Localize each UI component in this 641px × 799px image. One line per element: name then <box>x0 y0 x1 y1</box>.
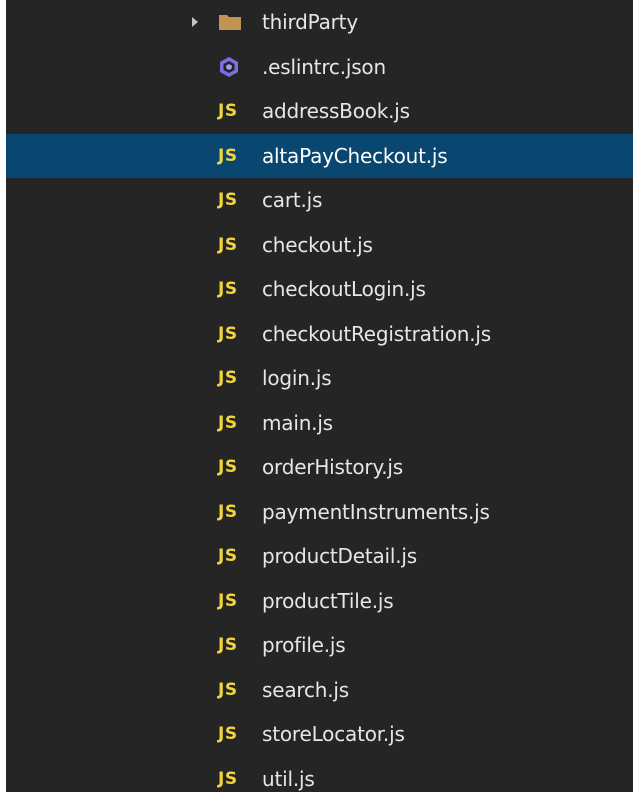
js-file-icon: JS <box>218 368 238 389</box>
tree-item-label: checkout.js <box>262 232 373 257</box>
tree-item-label: thirdParty <box>262 10 358 35</box>
tree-item-label: cart.js <box>262 188 323 213</box>
tree-item-file-login[interactable]: JS login.js <box>6 356 633 401</box>
tree-item-label: util.js <box>262 766 315 791</box>
tree-item-label: productTile.js <box>262 588 394 613</box>
file-explorer-panel: thirdParty .eslintrc.json JS addressBook… <box>6 0 633 792</box>
tree-item-label: login.js <box>262 366 332 391</box>
tree-item-file-storelocator[interactable]: JS storeLocator.js <box>6 712 633 757</box>
js-file-icon: JS <box>218 679 238 700</box>
js-file-icon: JS <box>218 590 238 611</box>
tree-item-file-altapaycheckout[interactable]: JS altaPayCheckout.js <box>6 133 633 178</box>
tree-item-label: main.js <box>262 410 333 435</box>
eslint-icon <box>218 56 252 78</box>
tree-item-file-orderhistory[interactable]: JS orderHistory.js <box>6 445 633 490</box>
tree-item-label: altaPayCheckout.js <box>262 143 448 168</box>
tree-item-file-main[interactable]: JS main.js <box>6 401 633 446</box>
js-file-icon: JS <box>218 457 238 478</box>
tree-item-label: .eslintrc.json <box>262 54 386 79</box>
tree-item-label: checkoutLogin.js <box>262 277 426 302</box>
tree-item-file-profile[interactable]: JS profile.js <box>6 623 633 668</box>
tree-item-file-producttile[interactable]: JS productTile.js <box>6 579 633 624</box>
js-file-icon: JS <box>218 190 238 211</box>
chevron-right-icon[interactable] <box>192 17 198 28</box>
js-file-icon: JS <box>218 501 238 522</box>
js-file-icon: JS <box>218 724 238 745</box>
tree-item-label: addressBook.js <box>262 99 410 124</box>
tree-item-file-checkout[interactable]: JS checkout.js <box>6 223 633 268</box>
tree-item-file-paymentinstruments[interactable]: JS paymentInstruments.js <box>6 490 633 535</box>
tree-item-label: productDetail.js <box>262 544 417 569</box>
js-file-icon: JS <box>218 768 238 789</box>
tree-item-file-addressbook[interactable]: JS addressBook.js <box>6 89 633 134</box>
tree-item-file-checkoutregistration[interactable]: JS checkoutRegistration.js <box>6 312 633 357</box>
tree-item-folder-thirdparty[interactable]: thirdParty <box>6 0 633 45</box>
tree-item-file-cart[interactable]: JS cart.js <box>6 178 633 223</box>
js-file-icon: JS <box>218 145 238 166</box>
tree-item-label: profile.js <box>262 633 346 658</box>
folder-icon <box>218 11 252 33</box>
tree-item-file-util[interactable]: JS util.js <box>6 757 633 793</box>
tree-item-file-search[interactable]: JS search.js <box>6 668 633 713</box>
js-file-icon: JS <box>218 635 238 656</box>
tree-item-file-eslintrc[interactable]: .eslintrc.json <box>6 45 633 90</box>
js-file-icon: JS <box>218 323 238 344</box>
tree-item-file-checkoutlogin[interactable]: JS checkoutLogin.js <box>6 267 633 312</box>
file-tree: thirdParty .eslintrc.json JS addressBook… <box>6 0 633 792</box>
js-file-icon: JS <box>218 101 238 122</box>
tree-item-label: search.js <box>262 677 349 702</box>
js-file-icon: JS <box>218 279 238 300</box>
js-file-icon: JS <box>218 412 238 433</box>
tree-item-file-productdetail[interactable]: JS productDetail.js <box>6 534 633 579</box>
tree-item-label: storeLocator.js <box>262 722 405 747</box>
tree-item-label: checkoutRegistration.js <box>262 321 491 346</box>
tree-item-label: paymentInstruments.js <box>262 499 490 524</box>
js-file-icon: JS <box>218 546 238 567</box>
js-file-icon: JS <box>218 234 238 255</box>
tree-item-label: orderHistory.js <box>262 455 403 480</box>
